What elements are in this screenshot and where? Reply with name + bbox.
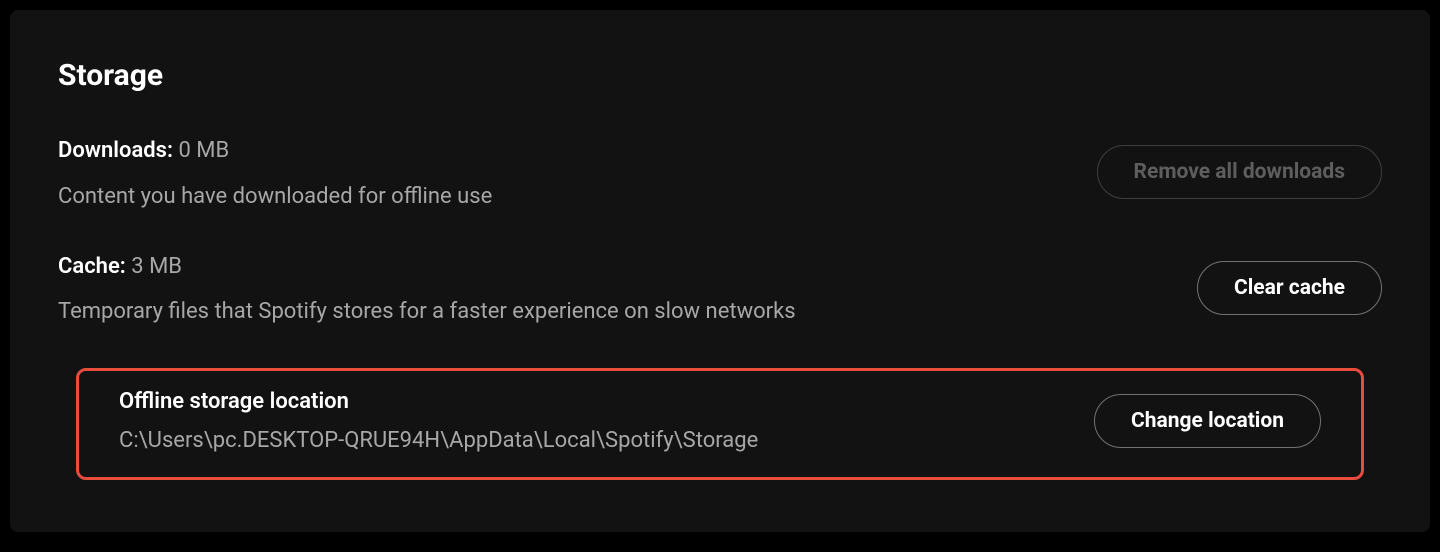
remove-all-downloads-button[interactable]: Remove all downloads	[1097, 145, 1382, 199]
downloads-label-line: Downloads: 0 MB	[58, 137, 1057, 166]
offline-storage-row: Offline storage location C:\Users\pc.DES…	[119, 389, 1321, 453]
offline-storage-title: Offline storage location	[119, 389, 1054, 414]
cache-label-line: Cache: 3 MB	[58, 253, 1157, 282]
downloads-value: 0 MB	[178, 138, 229, 163]
offline-storage-highlight: Offline storage location C:\Users\pc.DES…	[76, 368, 1364, 480]
offline-storage-path: C:\Users\pc.DESKTOP-QRUE94H\AppData\Loca…	[119, 428, 1054, 453]
storage-settings-panel: Storage Downloads: 0 MB Content you have…	[10, 10, 1430, 532]
offline-storage-action: Change location	[1094, 394, 1321, 448]
cache-info: Cache: 3 MB Temporary files that Spotify…	[58, 253, 1197, 329]
cache-value: 3 MB	[131, 254, 182, 279]
downloads-info: Downloads: 0 MB Content you have downloa…	[58, 137, 1097, 213]
change-location-button[interactable]: Change location	[1094, 394, 1321, 448]
downloads-action: Remove all downloads	[1097, 137, 1382, 199]
cache-label: Cache:	[58, 254, 126, 279]
clear-cache-button[interactable]: Clear cache	[1197, 261, 1382, 315]
cache-action: Clear cache	[1197, 253, 1382, 315]
section-title: Storage	[58, 58, 1382, 93]
cache-description: Temporary files that Spotify stores for …	[58, 295, 1157, 328]
cache-row: Cache: 3 MB Temporary files that Spotify…	[58, 253, 1382, 329]
downloads-label: Downloads:	[58, 138, 173, 163]
downloads-row: Downloads: 0 MB Content you have downloa…	[58, 137, 1382, 213]
offline-storage-info: Offline storage location C:\Users\pc.DES…	[119, 389, 1094, 453]
downloads-description: Content you have downloaded for offline …	[58, 180, 1057, 213]
